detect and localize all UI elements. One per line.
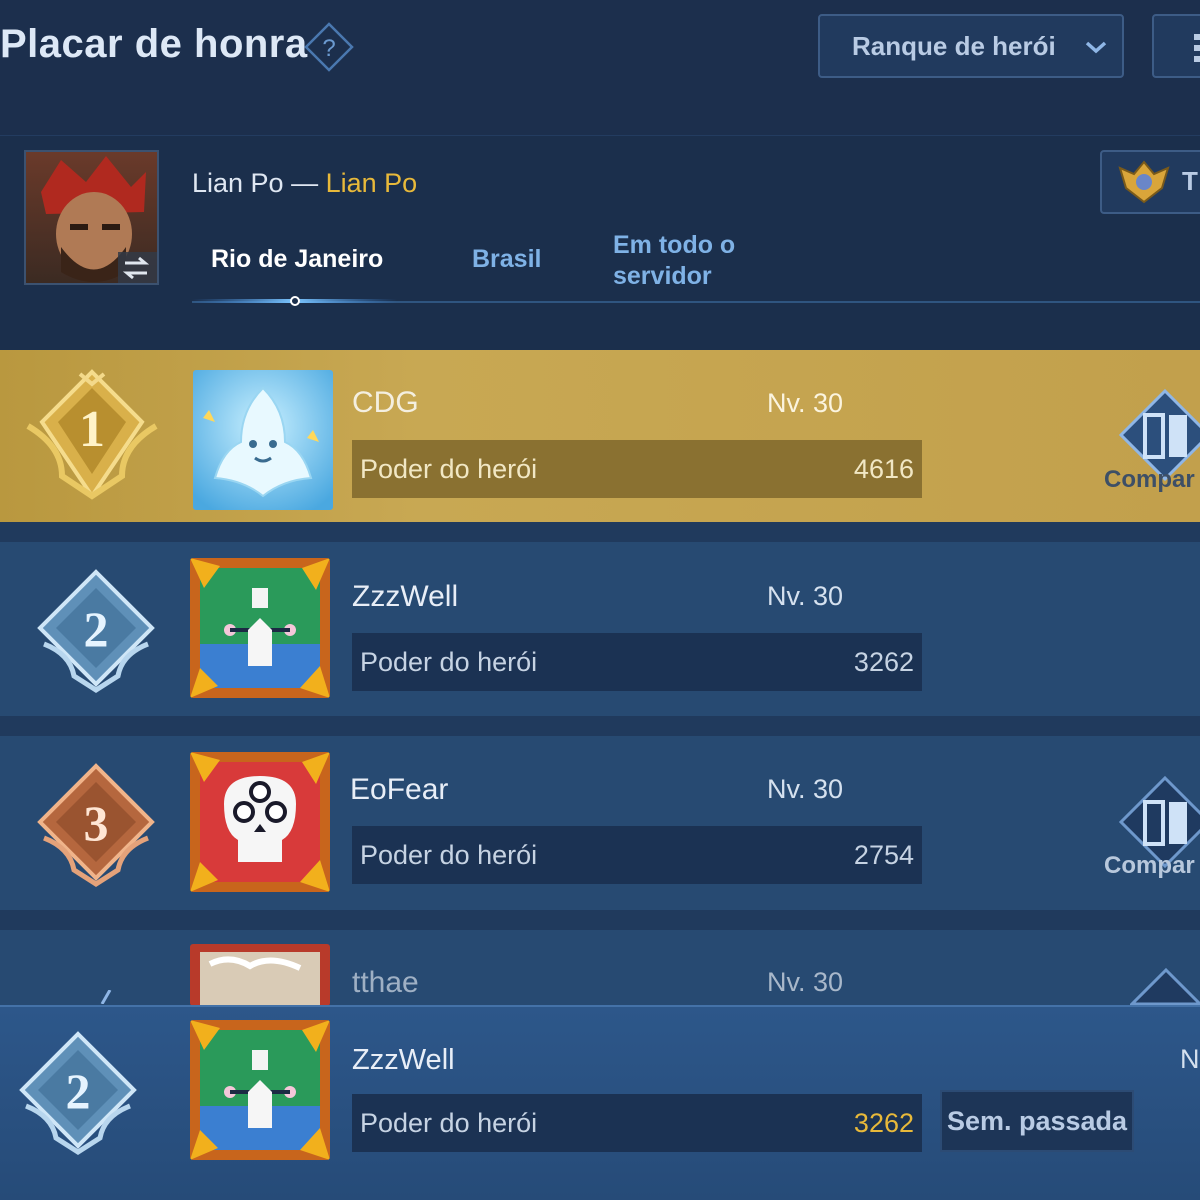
player-name: tthae xyxy=(352,966,419,999)
hero-power-bar: Poder do herói 3262 xyxy=(352,633,922,691)
power-value: 3262 xyxy=(853,1107,914,1138)
dropdown-label: Ranque de herói xyxy=(852,30,1056,61)
my-level: N xyxy=(1180,1044,1200,1074)
page-title: Placar de honra xyxy=(0,22,308,66)
player-name: ZzzWell xyxy=(352,580,459,613)
power-value: 4616 xyxy=(853,453,914,484)
player-level: Nv. 30 xyxy=(767,967,844,997)
row-divider xyxy=(0,522,1200,542)
player-level: Nv. 30 xyxy=(767,581,844,611)
row-divider xyxy=(0,910,1200,930)
my-hero-power-bar: Poder do herói 3262 xyxy=(352,1094,922,1152)
active-tab-indicator xyxy=(192,296,397,306)
hero-portrait[interactable] xyxy=(24,150,159,285)
compare-button[interactable]: Compar xyxy=(1104,466,1195,494)
player-avatar[interactable] xyxy=(190,944,330,1006)
rank-2-badge: 2 xyxy=(37,569,155,693)
rank-number: 2 xyxy=(66,1063,91,1119)
hero-name: Lian Po xyxy=(192,168,284,198)
rank-number: 1 xyxy=(79,401,105,458)
hero-info-panel xyxy=(0,135,1200,350)
rank-4-badge xyxy=(100,989,112,1005)
hero-name-line: Lian Po — Lian Po xyxy=(192,168,417,199)
tab-em-todo-o-servidor[interactable]: Em todo o servidor xyxy=(613,230,783,292)
tab-rio-de-janeiro[interactable]: Rio de Janeiro xyxy=(211,245,383,274)
power-value: 2754 xyxy=(853,839,914,870)
menu-button[interactable] xyxy=(1152,14,1200,78)
more-icon xyxy=(1194,34,1200,62)
tab-brasil[interactable]: Brasil xyxy=(472,245,541,274)
power-value: 3262 xyxy=(853,646,914,677)
rank-number: 2 xyxy=(84,601,109,657)
power-label: Poder do herói xyxy=(360,453,538,484)
player-avatar[interactable] xyxy=(190,558,330,698)
compare-icon[interactable] xyxy=(1130,966,1200,1006)
swap-icon xyxy=(122,256,150,280)
crest-icon xyxy=(1118,160,1170,204)
leaderboard-row-4[interactable] xyxy=(0,930,1200,1010)
svg-text:?: ? xyxy=(322,35,335,62)
name-separator: — xyxy=(291,168,319,198)
my-name: ZzzWell xyxy=(352,1044,455,1076)
teams-label: T xyxy=(1182,166,1198,196)
last-week-button[interactable]: Sem. passada xyxy=(940,1090,1134,1152)
hero-rank-dropdown[interactable]: Ranque de herói xyxy=(818,14,1124,78)
player-avatar[interactable] xyxy=(193,370,333,510)
my-rank-badge: 2 xyxy=(19,1031,137,1155)
rank-1-badge: 1 xyxy=(26,369,158,500)
last-week-label: Sem. passada xyxy=(946,1106,1128,1136)
power-label: Poder do herói xyxy=(360,646,538,677)
compare-button[interactable]: Compar xyxy=(1104,852,1195,880)
row-divider xyxy=(0,716,1200,736)
hero-skin-name: Lian Po xyxy=(325,168,418,198)
rank-number: 3 xyxy=(84,795,109,851)
hero-power-bar: Poder do herói 2754 xyxy=(352,826,922,884)
my-avatar[interactable] xyxy=(190,1020,330,1160)
player-level: Nv. 30 xyxy=(767,774,844,804)
hero-power-bar: Poder do herói 4616 xyxy=(352,440,922,498)
chevron-down-icon xyxy=(1085,41,1107,54)
help-icon[interactable]: ? xyxy=(304,22,354,72)
player-name: CDG xyxy=(352,386,419,419)
player-level: Nv. 30 xyxy=(767,388,844,418)
player-avatar[interactable] xyxy=(190,752,330,892)
rank-3-badge: 3 xyxy=(37,763,155,887)
teams-button[interactable]: T xyxy=(1100,150,1200,214)
player-name: EoFear xyxy=(350,773,449,806)
power-label: Poder do herói xyxy=(360,1107,538,1138)
power-label: Poder do herói xyxy=(360,839,538,870)
